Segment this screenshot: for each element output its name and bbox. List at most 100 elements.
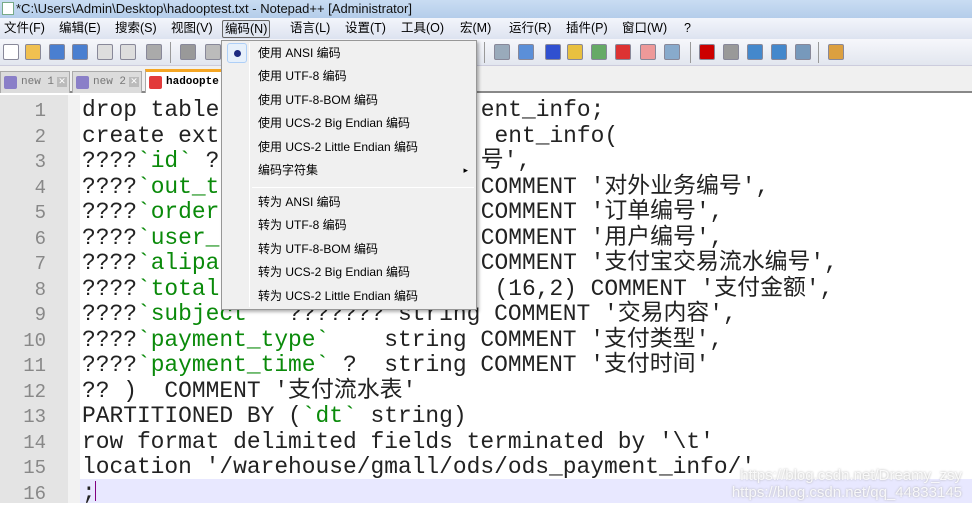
tab-new2[interactable]: new 2 ✕ — [72, 71, 142, 93]
code-line[interactable]: ????`user_ — [82, 224, 219, 251]
code-line[interactable]: location '/warehouse/gmall/ods/ods_payme… — [82, 455, 755, 480]
menu-bar: 文件(F) 编辑(E) 搜索(S) 视图(V) 编码(N) 语言(L) 设置(T) 工具(O)… — [0, 18, 972, 39]
stop-macro-icon[interactable] — [723, 44, 739, 60]
menu-3[interactable]: 视图(V) — [169, 20, 215, 38]
identifier-token: `alipa — [136, 250, 220, 276]
fold-margin — [68, 95, 80, 503]
code-line[interactable]: ????`total — [82, 275, 219, 302]
menu-item-label: 使用 ANSI 编码 — [258, 46, 341, 60]
cut-icon[interactable] — [180, 44, 196, 60]
folder-workspace-icon[interactable] — [615, 44, 631, 60]
menu-item-label: 转为 UTF-8 编码 — [258, 218, 347, 232]
open-file-icon[interactable] — [25, 44, 41, 60]
code-line-visible-right[interactable]: COMMENT '订单编号', — [481, 200, 724, 225]
code-line-visible-right[interactable]: ent_info; — [481, 98, 605, 123]
code-line-visible-right[interactable]: COMMENT '对外业务编号', — [481, 174, 769, 200]
menu-6[interactable]: 设置(T) — [343, 20, 388, 38]
line-number: 5 — [34, 202, 46, 224]
show-all-chars-icon[interactable] — [518, 44, 534, 60]
menu-8[interactable]: 宏(M) — [458, 20, 493, 38]
code-line[interactable]: ?? ) COMMENT '支付流水表' — [82, 378, 416, 404]
code-line-visible-right[interactable]: COMMENT '支付宝交易流水编号', — [481, 251, 838, 276]
tab-new1[interactable]: new 1 ✕ — [0, 71, 70, 93]
monitoring-eye-icon[interactable] — [664, 44, 680, 60]
menu-item-label: 转为 UCS-2 Little Endian 编码 — [258, 289, 419, 303]
play-macro-icon[interactable] — [747, 44, 763, 60]
code-text: COMMENT '支付宝交易流水编号', — [480, 250, 838, 276]
code-line-visible-right[interactable]: 号', — [481, 149, 531, 174]
folder-icon[interactable] — [640, 44, 656, 60]
menu-separator — [252, 187, 474, 188]
copy-icon[interactable] — [205, 44, 221, 60]
menu-item-7[interactable]: 转为 UTF-8 编码 — [224, 214, 474, 236]
menu-item-10[interactable]: 转为 UCS-2 Little Endian 编码 — [224, 285, 474, 307]
function-list-icon[interactable] — [591, 44, 607, 60]
code-text: ???? — [82, 275, 137, 302]
record-macro-icon[interactable] — [699, 44, 715, 60]
close-all-icon[interactable] — [120, 44, 136, 60]
close-tab-icon[interactable]: ✕ — [57, 77, 67, 87]
menu-7[interactable]: 工具(O) — [399, 20, 446, 38]
menu-10[interactable]: 插件(P) — [564, 20, 610, 38]
menu-item-label: 转为 UCS-2 Big Endian 编码 — [258, 265, 411, 279]
save-macro-icon[interactable] — [795, 44, 811, 60]
code-line[interactable]: ????`payment_time` ? string COMMENT '支付时… — [82, 353, 709, 378]
code-text: ent_info; — [480, 97, 605, 123]
save-icon[interactable] — [49, 44, 65, 60]
print-icon[interactable] — [146, 44, 162, 60]
toolbar — [0, 39, 972, 66]
document-map-icon[interactable] — [567, 44, 583, 60]
menu-0[interactable]: 文件(F) — [2, 20, 47, 38]
code-line[interactable]: ????`out_t — [82, 173, 219, 200]
menu-9[interactable]: 运行(R) — [507, 20, 553, 38]
menu-item-0[interactable]: 使用 ANSI 编码 — [224, 42, 474, 64]
menu-item-6[interactable]: 转为 ANSI 编码 — [224, 191, 474, 213]
menu-4[interactable]: 编码(N) — [222, 20, 271, 38]
code-line[interactable]: drop table — [82, 98, 219, 123]
code-text: ???? — [82, 301, 137, 327]
plugin-icon[interactable] — [828, 44, 844, 60]
code-line[interactable]: create ext — [82, 122, 220, 149]
code-text: ???? — [82, 148, 137, 174]
close-tab-icon[interactable]: ✕ — [129, 77, 139, 87]
indent-guide-icon[interactable] — [545, 44, 561, 60]
menu-11[interactable]: 窗口(W) — [620, 20, 669, 38]
toolbar-separator — [484, 42, 485, 63]
close-file-icon[interactable] — [97, 44, 113, 60]
code-line[interactable]: ????`payment_type` string COMMENT '支付类型'… — [82, 327, 723, 353]
code-text: ???? — [82, 173, 137, 200]
menu-item-2[interactable]: 使用 UTF-8-BOM 编码 — [224, 89, 474, 111]
menu-item-8[interactable]: 转为 UTF-8-BOM 编码 — [224, 238, 474, 260]
new-file-icon[interactable] — [3, 44, 19, 60]
code-text: ???? — [82, 224, 137, 251]
menu-5[interactable]: 语言(L) — [288, 20, 332, 38]
text-editor[interactable]: 1 drop table ent_info; 2 create ext ent_info(… — [0, 95, 972, 506]
code-text: ? string COMMENT '支付时间' — [329, 352, 710, 378]
code-text: create ext — [82, 122, 220, 149]
menu-2[interactable]: 搜索(S) — [113, 20, 159, 38]
code-line-visible-right[interactable]: (16,2) COMMENT '支付金额', — [495, 276, 834, 302]
run-macro-multiple-icon[interactable] — [771, 44, 787, 60]
menu-12[interactable]: ? — [682, 20, 693, 38]
code-line-visible-right[interactable]: COMMENT '用户编号', — [481, 225, 724, 251]
code-text: ???? — [82, 250, 137, 276]
code-line[interactable]: PARTITIONED BY (`dt` string) — [82, 404, 467, 429]
code-line[interactable]: ????`order — [82, 200, 219, 225]
line-number: 9 — [34, 304, 46, 326]
code-line-visible-right[interactable]: ent_info( — [495, 123, 619, 149]
menu-item-5[interactable]: 编码字符集 ▸ — [224, 159, 474, 181]
menu-item-label: 转为 UTF-8-BOM 编码 — [258, 242, 378, 256]
menu-item-4[interactable]: 使用 UCS-2 Little Endian 编码 — [224, 136, 474, 158]
menu-item-9[interactable]: 转为 UCS-2 Big Endian 编码 — [224, 261, 474, 283]
tab-hadoopte[interactable]: hadoopte — [145, 69, 225, 93]
menu-item-1[interactable]: 使用 UTF-8 编码 — [224, 65, 474, 87]
code-line[interactable]: ????`id` ? — [82, 149, 219, 174]
identifier-token: `payment_time` — [136, 352, 330, 378]
save-all-icon[interactable] — [72, 44, 88, 60]
menu-1[interactable]: 编辑(E) — [57, 20, 103, 38]
code-line[interactable]: ; — [82, 480, 96, 506]
menu-item-3[interactable]: 使用 UCS-2 Big Endian 编码 — [224, 112, 474, 134]
code-line[interactable]: row format delimited fields terminated b… — [82, 429, 714, 455]
code-line[interactable]: ????`alipa — [82, 251, 219, 276]
word-wrap-icon[interactable] — [494, 44, 510, 60]
